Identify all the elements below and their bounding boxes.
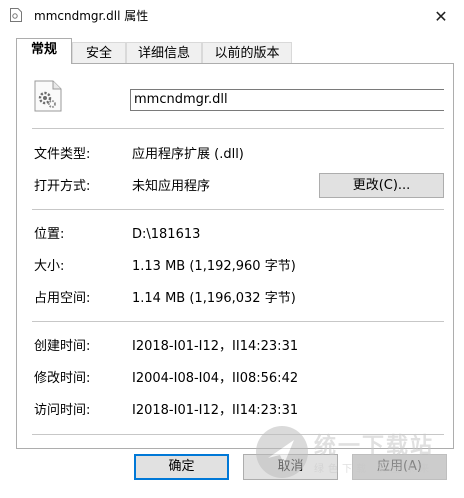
file-type-label: 文件类型: <box>34 147 91 162</box>
size-value: 1.13 MB (1,192,960 字节) <box>132 259 296 274</box>
tab-previous-versions[interactable]: 以前的版本 <box>202 42 292 63</box>
watermark: 统一下载站 绿色下载 安全未来 <box>250 418 464 498</box>
size-label: 大小: <box>34 259 65 274</box>
properties-window: mmcndmgr.dll 属性 ✕ 常规 安全 详细信息 以前的版本 mmcnd… <box>0 0 464 498</box>
accessed-value: I2018-I01-I12，II14:23:31 <box>132 403 299 418</box>
created-label: 创建时间: <box>34 339 91 354</box>
close-button[interactable]: ✕ <box>418 0 464 32</box>
tab-details[interactable]: 详细信息 <box>126 42 202 63</box>
watermark-logo-icon <box>256 426 308 478</box>
general-panel <box>16 63 454 449</box>
location-value: D:\181613 <box>132 227 201 242</box>
tab-general[interactable]: 常规 <box>16 38 72 64</box>
watermark-subtext: 绿色下载 安全未来 <box>314 464 434 475</box>
window-title: mmcndmgr.dll 属性 <box>34 9 149 23</box>
dll-gear-file-icon <box>34 80 62 112</box>
file-type-value: 应用程序扩展 (.dll) <box>132 147 244 162</box>
watermark-text: 统一下载站 <box>314 434 435 459</box>
close-icon: ✕ <box>434 6 448 26</box>
file-name-input[interactable]: mmcndmgr.dll <box>130 89 444 111</box>
open-with-label: 打开方式: <box>34 179 91 194</box>
title-bar: mmcndmgr.dll 属性 ✕ <box>0 0 464 32</box>
ok-button[interactable]: 确定 <box>134 454 229 480</box>
file-icon <box>10 8 22 22</box>
size-on-disk-value: 1.14 MB (1,196,032 字节) <box>132 291 296 306</box>
size-on-disk-label: 占用空间: <box>34 291 91 306</box>
divider <box>32 209 444 210</box>
location-label: 位置: <box>34 227 65 242</box>
open-with-value: 未知应用程序 <box>132 179 211 194</box>
change-button[interactable]: 更改(C)... <box>319 173 444 198</box>
divider <box>32 128 444 129</box>
divider <box>32 321 444 322</box>
created-value: I2018-I01-I12，II14:23:31 <box>132 339 299 354</box>
tab-security[interactable]: 安全 <box>72 42 126 63</box>
modified-value: I2004-I08-I04，II08:56:42 <box>132 371 299 386</box>
accessed-label: 访问时间: <box>34 403 91 418</box>
modified-label: 修改时间: <box>34 371 91 386</box>
